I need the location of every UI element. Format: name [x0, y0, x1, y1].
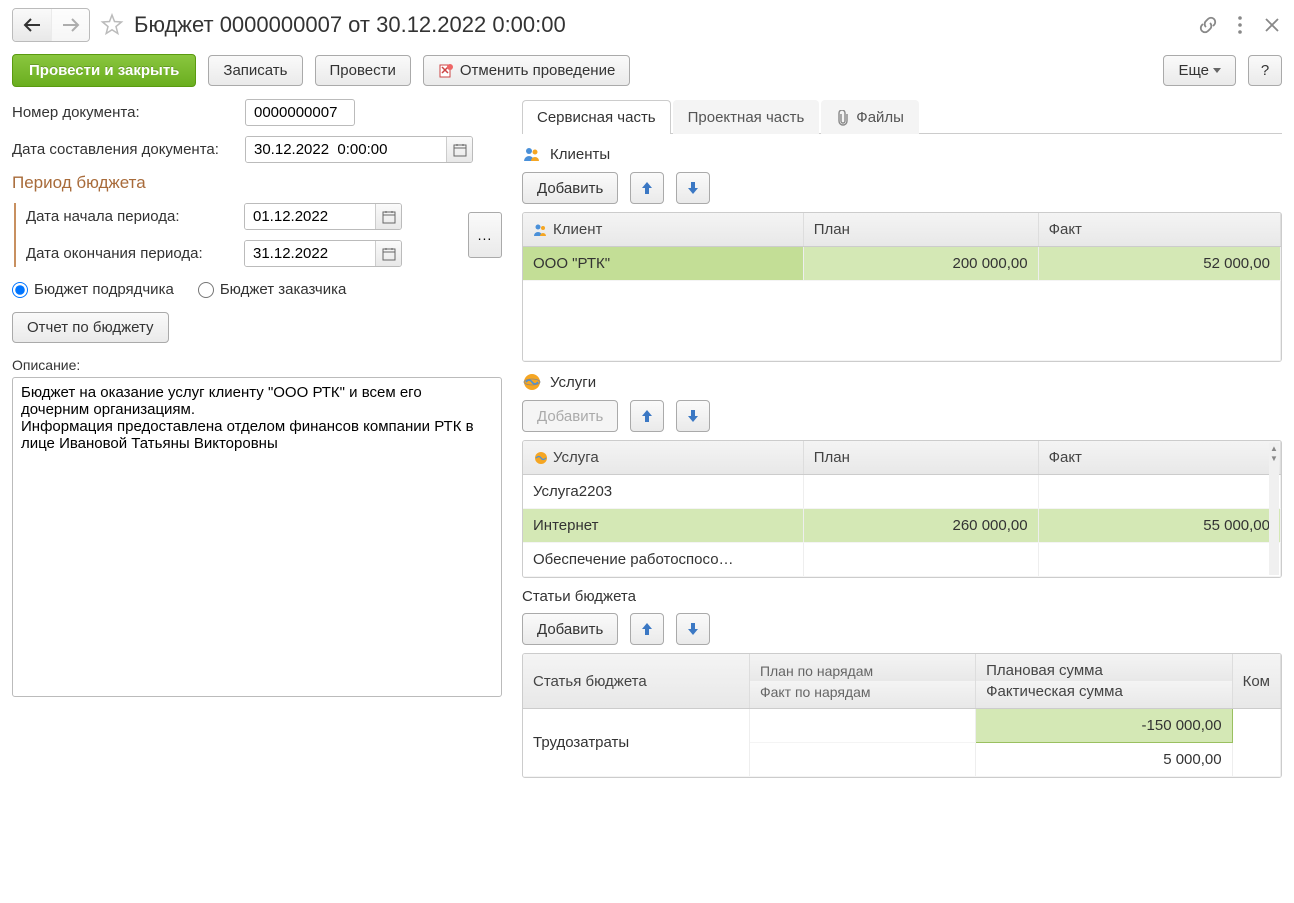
period-end-label: Дата окончания периода:: [26, 245, 236, 262]
period-start-calendar-button[interactable]: [375, 204, 401, 229]
nav-back-button[interactable]: [13, 9, 51, 41]
clients-move-up-button[interactable]: [630, 172, 664, 204]
cancel-posting-button[interactable]: Отменить проведение: [423, 55, 630, 86]
period-section-title: Период бюджета: [12, 173, 502, 193]
save-button[interactable]: Записать: [208, 55, 302, 86]
post-and-close-button[interactable]: Провести и закрыть: [12, 54, 196, 87]
period-end-calendar-button[interactable]: [375, 241, 401, 266]
budget-col-fact-orders: Факт по нарядам: [749, 681, 975, 709]
services-scrollbar[interactable]: ▲▼: [1269, 443, 1279, 575]
budget-report-button[interactable]: Отчет по бюджету: [12, 312, 169, 343]
client-column-icon: [533, 222, 549, 238]
tab-files[interactable]: Файлы: [821, 100, 919, 134]
paperclip-icon: [836, 110, 850, 126]
budget-col-plan-orders: План по нарядам: [749, 654, 975, 681]
budget-customer-radio[interactable]: Бюджет заказчика: [198, 281, 347, 298]
budget-move-down-button[interactable]: [676, 613, 710, 645]
doc-number-label: Номер документа:: [12, 104, 237, 121]
doc-date-label: Дата составления документа:: [12, 141, 237, 158]
budget-items-title: Статьи бюджета: [522, 588, 636, 605]
favorite-star-icon[interactable]: [98, 11, 126, 39]
period-start-input[interactable]: [245, 204, 375, 229]
services-move-down-button[interactable]: [676, 400, 710, 432]
services-col-fact: Факт: [1038, 441, 1280, 475]
budget-move-up-button[interactable]: [630, 613, 664, 645]
tab-project-part[interactable]: Проектная часть: [673, 100, 820, 134]
nav-forward-button: [51, 9, 89, 41]
budget-add-button[interactable]: Добавить: [522, 613, 618, 645]
services-title: Услуги: [550, 374, 596, 391]
services-row[interactable]: Услуга2203: [523, 475, 1281, 509]
services-icon: [522, 372, 542, 392]
budget-row[interactable]: Трудозатраты -150 000,00: [523, 709, 1281, 743]
budget-col-item: Статья бюджета: [523, 654, 749, 709]
clients-move-down-button[interactable]: [676, 172, 710, 204]
services-row[interactable]: Интернет 260 000,00 55 000,00: [523, 509, 1281, 543]
services-col-plan: План: [803, 441, 1038, 475]
budget-col-plan-sum: Плановая сумма: [976, 654, 1233, 681]
clients-icon: [522, 144, 542, 164]
clients-row[interactable]: ООО "РТК" 200 000,00 52 000,00: [523, 247, 1281, 281]
clients-title: Клиенты: [550, 146, 610, 163]
post-button[interactable]: Провести: [315, 55, 411, 86]
doc-date-input[interactable]: [246, 137, 446, 162]
period-select-button[interactable]: ...: [468, 212, 502, 258]
services-row[interactable]: Обеспечение работоспосо…: [523, 543, 1281, 577]
kebab-menu-icon[interactable]: [1230, 15, 1250, 35]
page-title: Бюджет 0000000007 от 30.12.2022 0:00:00: [134, 12, 1190, 38]
close-icon[interactable]: [1262, 15, 1282, 35]
cancel-posting-label: Отменить проведение: [460, 62, 615, 79]
period-start-label: Дата начала периода:: [26, 208, 236, 225]
budget-contractor-radio[interactable]: Бюджет подрядчика: [12, 281, 174, 298]
services-col-service: Услуга: [553, 449, 599, 466]
budget-col-fact-sum: Фактическая сумма: [976, 681, 1233, 709]
services-move-up-button[interactable]: [630, 400, 664, 432]
clients-col-fact: Факт: [1038, 213, 1280, 247]
budget-col-comment: Ком: [1232, 654, 1280, 709]
period-end-input[interactable]: [245, 241, 375, 266]
link-icon[interactable]: [1198, 15, 1218, 35]
service-column-icon: [533, 450, 549, 466]
help-button[interactable]: ?: [1248, 55, 1282, 86]
doc-number-input[interactable]: [245, 99, 355, 126]
description-label: Описание:: [12, 357, 502, 373]
description-textarea[interactable]: [12, 377, 502, 697]
doc-date-calendar-button[interactable]: [446, 137, 472, 162]
more-button[interactable]: Еще: [1163, 55, 1236, 86]
clients-col-client: Клиент: [553, 221, 602, 238]
services-add-button: Добавить: [522, 400, 618, 432]
clients-add-button[interactable]: Добавить: [522, 172, 618, 204]
clients-col-plan: План: [803, 213, 1038, 247]
tab-service-part[interactable]: Сервисная часть: [522, 100, 671, 134]
